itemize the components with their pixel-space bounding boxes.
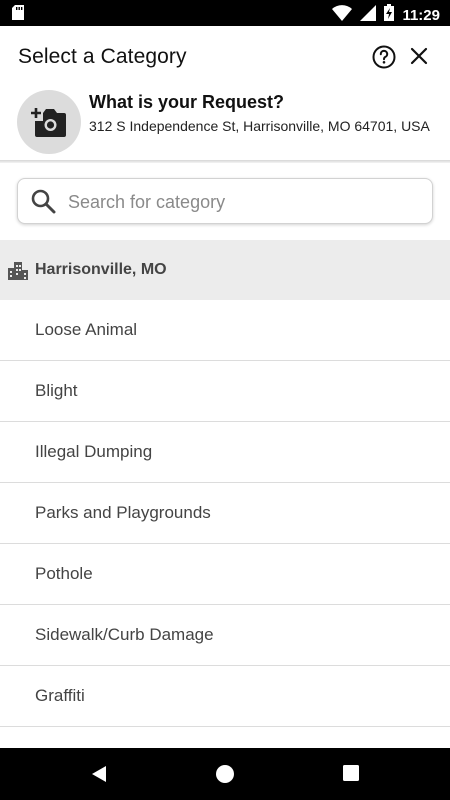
navigation-bar — [0, 748, 450, 800]
add-photo-icon — [31, 108, 66, 137]
close-button[interactable] — [408, 45, 430, 67]
recents-icon — [343, 765, 359, 781]
nav-recents-button[interactable] — [342, 764, 362, 784]
dialog-header: Select a Category — [0, 26, 450, 90]
battery-charging-icon — [384, 4, 395, 26]
category-label: Parks and Playgrounds — [35, 503, 211, 522]
city-icon — [8, 262, 28, 280]
category-item[interactable]: Illegal Dumping — [0, 422, 450, 483]
status-bar: 11:29 — [0, 0, 450, 26]
category-item[interactable]: Parks and Playgrounds — [0, 483, 450, 544]
category-item[interactable]: Graffiti — [0, 666, 450, 727]
category-label: Illegal Dumping — [35, 442, 153, 461]
section-label: Harrisonville, MO — [35, 261, 167, 278]
sd-card-icon — [12, 5, 24, 25]
add-photo-button[interactable] — [17, 90, 81, 154]
category-label: Blight — [35, 381, 78, 400]
nav-home-button[interactable] — [215, 764, 235, 784]
request-address: 312 S Independence St, Harrisonville, MO… — [89, 118, 430, 134]
category-label: Graffiti — [35, 686, 85, 705]
status-time: 11:29 — [402, 6, 440, 24]
wifi-icon — [332, 4, 353, 26]
back-icon — [92, 766, 106, 782]
category-list: Loose Animal Blight Illegal Dumping Park… — [0, 300, 450, 727]
help-button[interactable] — [372, 45, 396, 69]
help-circle-icon — [372, 45, 396, 69]
search-box[interactable] — [17, 178, 433, 225]
section-header: Harrisonville, MO — [0, 240, 450, 300]
category-item[interactable]: Pothole — [0, 544, 450, 605]
header-divider — [0, 160, 450, 163]
search-icon — [31, 189, 56, 214]
category-item[interactable]: Sidewalk/Curb Damage — [0, 605, 450, 666]
category-label: Pothole — [35, 564, 93, 583]
category-label: Loose Animal — [35, 320, 138, 339]
signal-icon — [360, 4, 377, 26]
page-title: Select a Category — [18, 45, 187, 68]
category-item[interactable]: Blight — [0, 361, 450, 422]
request-title: What is your Request? — [89, 92, 285, 112]
nav-back-button[interactable] — [89, 764, 109, 784]
category-item[interactable]: Loose Animal — [0, 300, 450, 361]
request-summary: What is your Request? 312 S Independence… — [0, 90, 450, 160]
home-icon — [216, 765, 234, 783]
search-input[interactable] — [66, 179, 426, 225]
category-label: Sidewalk/Curb Damage — [35, 625, 214, 644]
close-icon — [410, 47, 428, 65]
